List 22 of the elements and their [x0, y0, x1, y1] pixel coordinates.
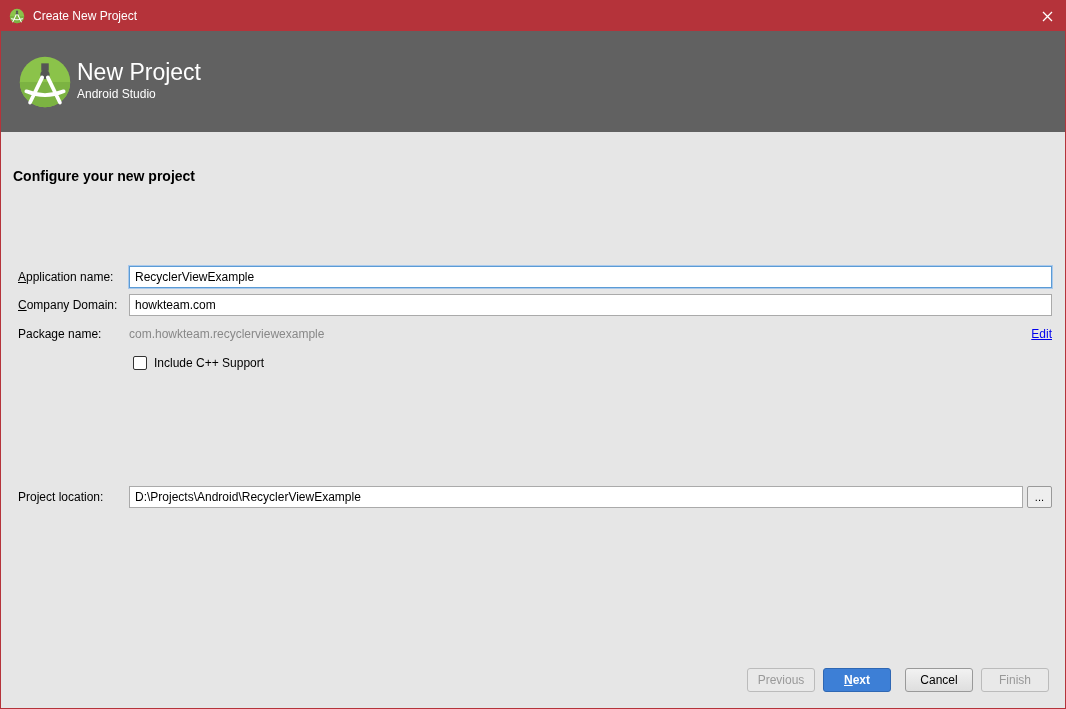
dialog-button[interactable]: Cancel [905, 668, 973, 692]
checkbox-label: Include C++ Support [154, 355, 265, 372]
field-label: Application name: [18, 269, 115, 286]
section-title: Configure your new project [13, 167, 196, 186]
header-title: New Project [77, 59, 201, 86]
field-label: Package name: [18, 326, 103, 343]
browse-button[interactable]: ... [1026, 486, 1052, 508]
close-icon[interactable] [1042, 10, 1053, 22]
app-icon [9, 7, 25, 24]
window-title: Create New Project [33, 7, 138, 25]
field-label: Project location: [18, 489, 105, 506]
dialog-button: Finish [981, 668, 1049, 692]
path-field[interactable]: D:\Projects\Android\RecyclerViewExample [129, 486, 1023, 508]
dialog-button[interactable]: Next [823, 668, 891, 692]
checkbox[interactable] [133, 356, 147, 370]
edit-link[interactable]: Edit [1031, 325, 1052, 343]
package-name-text: com.howkteam.recyclerviewexample [129, 326, 326, 343]
text-field[interactable]: howkteam.com [129, 294, 1052, 316]
dialog-button: Previous [747, 668, 815, 692]
header-subtitle: Android Studio [77, 86, 157, 104]
field-label: Company Domain: [18, 297, 119, 314]
text-field[interactable]: RecyclerViewExample [129, 266, 1052, 288]
